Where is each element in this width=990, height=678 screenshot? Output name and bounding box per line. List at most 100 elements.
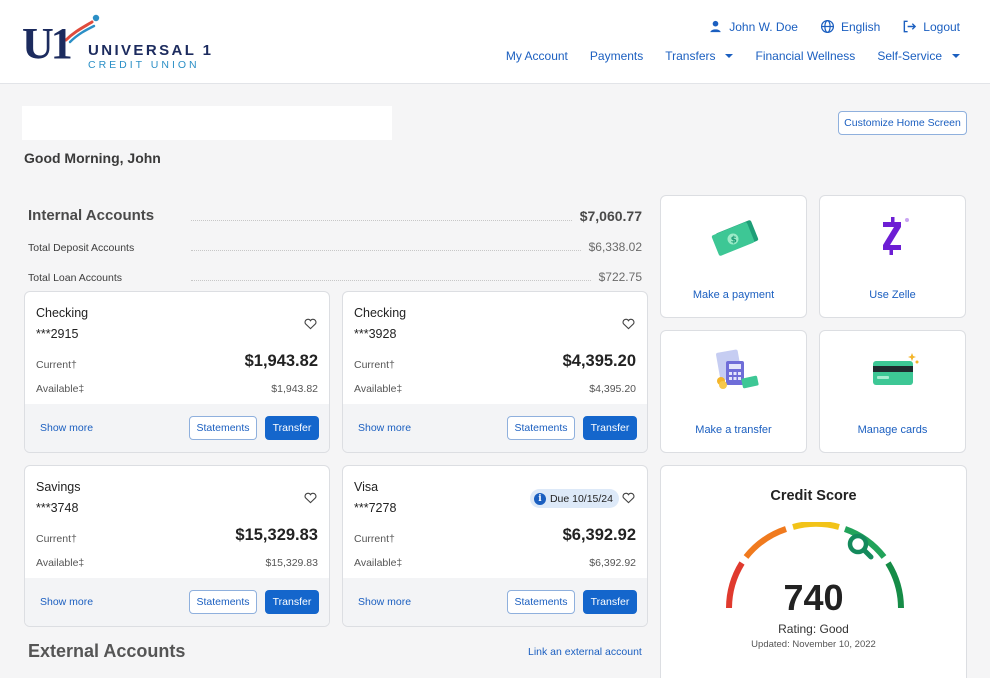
utility-nav: John W. Doe English Logout — [708, 19, 960, 34]
tile-make-payment[interactable]: $ Make a payment — [660, 195, 807, 318]
statements-button[interactable]: Statements — [189, 416, 257, 440]
account-card-footer: Show more Statements Transfer — [25, 404, 329, 452]
statements-button[interactable]: Statements — [507, 416, 575, 440]
nav-label: Transfers — [665, 49, 716, 63]
logo-subtitle: CREDIT UNION — [88, 59, 200, 71]
leader-dots — [191, 220, 572, 221]
chevron-down-icon — [952, 54, 960, 58]
loan-label: Total Loan Accounts — [28, 272, 122, 284]
credit-score-title: Credit Score — [770, 488, 857, 504]
account-number: ***3928 — [354, 327, 397, 341]
logo[interactable]: U1 UNIVERSAL 1 CREDIT UNION — [22, 14, 212, 74]
logo-name: UNIVERSAL 1 — [88, 42, 214, 59]
show-more-link[interactable]: Show more — [40, 596, 93, 608]
heart-icon[interactable] — [622, 318, 635, 330]
nav-transfers[interactable]: Transfers — [665, 49, 734, 63]
current-balance: $4,395.20 — [562, 352, 636, 370]
available-label: Available‡ — [36, 383, 85, 395]
account-name: Savings — [36, 480, 81, 494]
account-card-footer: Show more Statements Transfer — [25, 578, 329, 626]
deposit-label: Total Deposit Accounts — [28, 242, 135, 254]
show-more-link[interactable]: Show more — [358, 422, 411, 434]
transfer-button[interactable]: Transfer — [583, 416, 637, 440]
deposit-value: $6,338.02 — [588, 240, 642, 254]
due-date-badge: i Due 10/15/24 — [529, 489, 619, 508]
tile-make-transfer[interactable]: Make a transfer — [660, 330, 807, 453]
logout-label: Logout — [923, 19, 960, 34]
language-selector[interactable]: English — [820, 19, 880, 34]
svg-text:$: $ — [730, 236, 736, 246]
credit-updated-date: Updated: November 10, 2022 — [751, 639, 876, 650]
logout-link[interactable]: Logout — [902, 19, 960, 34]
tile-label: Make a payment — [692, 289, 775, 301]
account-card[interactable]: Savings ***3748 Current† $15,329.83 Avai… — [24, 465, 330, 627]
globe-icon — [820, 19, 834, 34]
account-number: ***3748 — [36, 501, 79, 515]
tile-label: Manage cards — [857, 424, 928, 436]
summary-total-row: Internal Accounts $7,060.77 — [28, 194, 642, 224]
nav-label: Payments — [589, 49, 644, 63]
site-header: U1 UNIVERSAL 1 CREDIT UNION John W. Doe … — [0, 0, 990, 84]
available-balance: $1,943.82 — [271, 383, 318, 395]
transfer-button[interactable]: Transfer — [265, 416, 319, 440]
account-card[interactable]: Checking ***2915 Current† $1,943.82 Avai… — [24, 291, 330, 453]
banner-placeholder — [22, 106, 392, 140]
account-name: Checking — [354, 306, 407, 320]
account-name: Visa — [354, 480, 379, 494]
current-balance: $6,392.92 — [562, 526, 636, 544]
chevron-down-icon — [725, 54, 734, 58]
nav-label: My Account — [505, 49, 568, 63]
summary-total: $7,060.77 — [579, 208, 642, 224]
transfer-icon — [715, 349, 759, 389]
due-date-label: Due 10/15/24 — [549, 492, 613, 505]
link-external-account[interactable]: Link an external account — [528, 646, 642, 658]
available-label: Available‡ — [354, 383, 403, 395]
logout-icon — [903, 20, 917, 33]
tile-label: Make a transfer — [695, 424, 772, 436]
tile-manage-cards[interactable]: Manage cards — [819, 330, 966, 453]
logo-mark: U1 — [22, 19, 73, 68]
summary-deposit-row: Total Deposit Accounts $6,338.02 — [28, 224, 642, 254]
heart-icon[interactable] — [622, 492, 635, 504]
nav-my-account[interactable]: My Account — [506, 49, 568, 63]
greeting: Good Morning, John — [24, 150, 161, 166]
heart-icon[interactable] — [304, 492, 317, 504]
available-label: Available‡ — [354, 557, 403, 569]
account-card-footer: Show more Statements Transfer — [343, 404, 647, 452]
transfer-button[interactable]: Transfer — [265, 590, 319, 614]
show-more-link[interactable]: Show more — [40, 422, 93, 434]
current-label: Current† — [36, 359, 77, 371]
nav-label: Self-Service — [877, 49, 942, 63]
credit-score-value: 740 — [783, 577, 844, 618]
tile-use-zelle[interactable]: Use Zelle — [819, 195, 966, 318]
heart-icon[interactable] — [304, 318, 317, 330]
leader-dots — [191, 250, 581, 251]
account-card-footer: Show more Statements Transfer — [343, 578, 647, 626]
statements-button[interactable]: Statements — [189, 590, 257, 614]
current-label: Current† — [354, 533, 395, 545]
nav-payments[interactable]: Payments — [590, 49, 643, 63]
user-icon — [710, 20, 721, 33]
user-menu[interactable]: John W. Doe — [708, 19, 798, 34]
account-card[interactable]: Checking ***3928 Current† $4,395.20 Avai… — [342, 291, 648, 453]
nav-self-service[interactable]: Self-Service — [877, 49, 960, 63]
current-label: Current† — [354, 359, 395, 371]
available-balance: $15,329.83 — [265, 557, 318, 569]
credit-rating: Rating: Good — [778, 622, 849, 636]
transfer-button[interactable]: Transfer — [583, 590, 637, 614]
money-icon: $ — [711, 220, 758, 256]
statements-button[interactable]: Statements — [507, 590, 575, 614]
credit-score-card[interactable]: Credit Score 740 Rating: Good Updated: N… — [660, 465, 967, 678]
nav-financial-wellness[interactable]: Financial Wellness — [755, 49, 855, 63]
summary-title: Internal Accounts — [28, 207, 155, 224]
account-number: ***2915 — [36, 327, 79, 341]
main-nav: My Account Payments Transfers Financial … — [506, 49, 960, 63]
show-more-link[interactable]: Show more — [358, 596, 411, 608]
current-balance: $15,329.83 — [235, 526, 318, 544]
account-card[interactable]: Visa ***7278 i Due 10/15/24 Current† $6,… — [342, 465, 648, 627]
current-label: Current† — [36, 533, 77, 545]
current-balance: $1,943.82 — [244, 352, 318, 370]
credit-card-icon — [872, 353, 918, 385]
customize-home-button[interactable]: Customize Home Screen — [838, 111, 967, 135]
external-accounts-title: External Accounts — [28, 641, 186, 661]
